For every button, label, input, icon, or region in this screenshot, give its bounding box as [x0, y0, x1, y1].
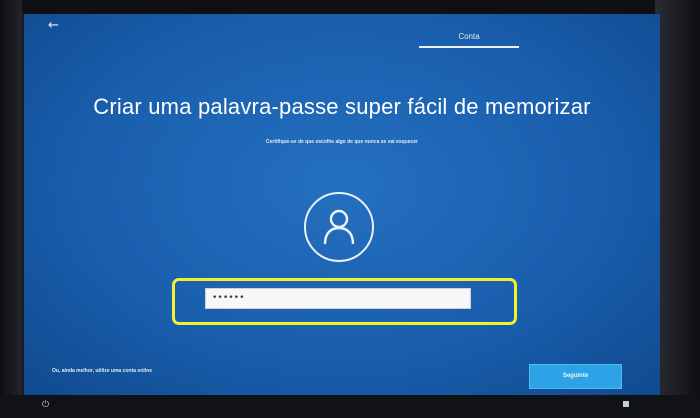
next-button[interactable]: Seguinte — [529, 364, 622, 389]
section-tab-underline — [419, 46, 519, 48]
section-tab-account: Conta — [458, 32, 480, 41]
indicator-icon — [623, 401, 629, 407]
back-arrow-icon[interactable]: ← — [48, 19, 59, 32]
monitor-bezel-top — [0, 0, 700, 14]
online-account-link[interactable]: Ou, ainda melhor, utilize uma conta onli… — [52, 368, 152, 374]
monitor-bezel-right — [655, 0, 700, 418]
top-bar: ← Conta — [24, 14, 660, 48]
page-title: Criar uma palavra-passe super fácil de m… — [93, 94, 591, 119]
avatar — [304, 192, 374, 262]
password-input[interactable]: •••••• — [205, 288, 471, 309]
monitor-bezel-left — [0, 0, 22, 418]
power-icon[interactable]: ⏻ — [42, 400, 49, 410]
page-subtitle: Certifique-se de que escolhe algo de que… — [266, 139, 418, 145]
user-icon — [323, 209, 355, 245]
monitor-bezel-bottom — [0, 395, 700, 418]
setup-screen: ← Conta Criar uma palavra-passe super fá… — [24, 14, 660, 395]
